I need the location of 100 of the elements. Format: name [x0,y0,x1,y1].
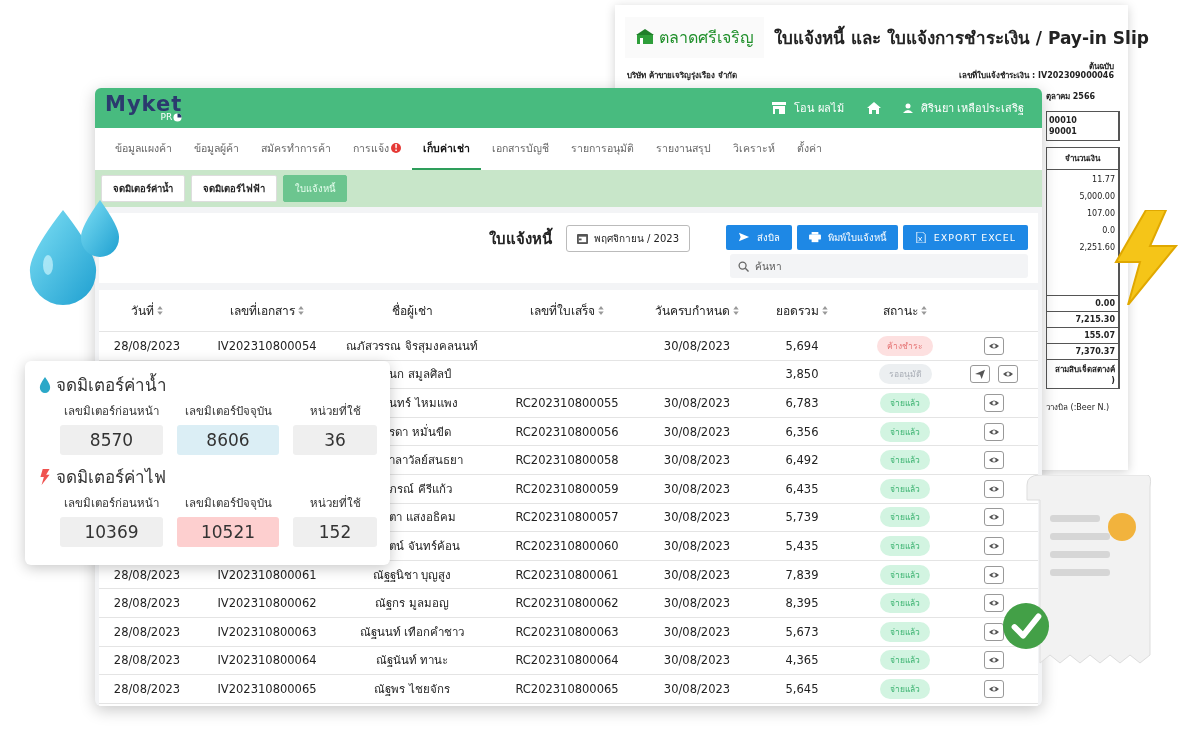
table-cell-text: RC202310800058 [514,453,620,468]
nav-tab[interactable]: สมัครทำการค้า [250,128,342,170]
field-label: เลขมิเตอร์ก่อนหน้า [63,403,160,420]
view-button[interactable] [984,594,1004,613]
view-button[interactable] [998,365,1018,384]
send-button[interactable] [970,365,990,384]
table-cell-text: 30/08/2023 [662,396,732,410]
column-header[interactable]: เลขที่เอกสาร [195,301,339,320]
nav-tab[interactable]: การแจ้ง ! [342,128,412,170]
signer-text: วางบิล (:Beer N.) [1046,402,1111,414]
column-header[interactable]: ยอดรวม [745,301,859,320]
logo-text: ตลาดศรีเจริญ [659,27,754,49]
excel-file-icon [914,232,927,243]
table-cell-text: 5,435 [784,538,820,553]
table-cell-text: IV202310800061 [216,567,318,582]
view-button[interactable] [984,422,1004,441]
home-icon [866,102,881,114]
table-cell-text: 3,850 [784,367,820,382]
eye-icon [988,398,1000,408]
table-cell-text: RC202310800064 [514,653,620,668]
table-cell-text: 28/08/2023 [112,596,182,611]
view-button[interactable] [984,565,1004,584]
user-icon [902,103,913,113]
sort-icon [157,306,163,315]
search-field[interactable]: ค้นหา [730,254,1028,278]
alert-badge: ! [391,143,401,153]
reading-field: 152 [293,517,377,547]
column-header[interactable]: ชื่อผู้เช่า [339,301,485,320]
table-cell-text: IV202310800062 [216,596,318,611]
view-button[interactable] [984,451,1004,470]
sort-icon [733,306,739,315]
table-cell-text: RC202310800062 [514,596,620,611]
amount-cell-text: 0.0 [1101,225,1116,237]
nav-tab[interactable]: ข้อมูลแผงค้า [104,128,183,170]
reading-field: 8570 [60,425,163,455]
action-button[interactable]: ส่งบิล [725,225,792,250]
action-button[interactable]: EXPORT EXCEL [902,225,1028,250]
column-header[interactable]: วันครบกำหนด [649,301,745,320]
table-cell-text: 30/08/2023 [662,596,732,611]
view-button[interactable] [984,679,1004,698]
printer-icon [808,232,821,243]
pie-icon [173,113,183,122]
company-name: บริษัท ค้าขายเจริญรุ่งเรือง จำกัด [627,70,737,82]
sub-tab[interactable]: จดมิเตอร์ค่าน้ำ [101,175,185,202]
send-icon [737,232,750,243]
column-header[interactable]: สถานะ [859,301,951,320]
status-tag: จ่ายแล้ว [880,593,930,614]
action-button[interactable]: พิมพ์ใบแจ้งหนี้ [796,225,898,250]
view-button[interactable] [984,536,1004,555]
reading-field: 8606 [177,425,279,455]
sort-icon [598,306,604,315]
table-cell-text: 6,435 [784,481,820,496]
view-button[interactable] [984,651,1004,670]
code-text: 90001 [1049,127,1078,136]
status-tag: จ่ายแล้ว [880,507,930,528]
table-cell-text: ภรณ์ คีรีแก้ว [388,480,453,498]
table-cell-text: RC202310800055 [514,396,620,410]
nav-tab[interactable]: รายการอนุมัติ [560,128,645,170]
column-header[interactable]: วันที่ [99,301,195,320]
table-cell-text: 30/08/2023 [662,481,732,496]
table-cell-text: IV202310800065 [216,681,318,696]
column-header[interactable]: เลขที่ใบเสร็จ [485,301,649,320]
amount-cell-text: 2,251.60 [1078,242,1116,254]
view-button[interactable] [984,336,1004,355]
month-picker[interactable]: พฤศจิกายน / 2023 [565,225,690,252]
view-button[interactable] [984,508,1004,527]
code-text: 00010 [1049,116,1078,125]
status-tag: จ่ายแล้ว [880,393,930,413]
table-cell-text: ณัฐนันท์ ทานะ [374,652,450,670]
invoice-number: เลขที่ใบแจ้งชำระเงิน : IV202309000046 [959,70,1114,82]
view-button[interactable] [984,479,1004,498]
amount-cell-text: 107.00 [1086,208,1116,220]
table-cell-text: RC202310800056 [514,424,620,439]
nav-tab[interactable]: รายงานสรุป [645,128,722,170]
sub-tab[interactable]: จดมิเตอร์ไฟฟ้า [191,175,277,202]
amount-cell-text: 11.77 [1091,174,1116,186]
status-tag: จ่ายแล้ว [880,678,930,699]
nav-tab[interactable]: วิเคราะห์ [722,128,786,170]
table-cell-text: 5,739 [784,510,820,525]
field-label: หน่วยที่ใช้ [308,402,362,420]
calendar-icon [576,233,588,244]
table-cell-text: รดา หมั่นขีด [388,423,452,441]
table-cell-text: 28/08/2023 [112,653,182,668]
nav-tab[interactable]: ข้อมูลผู้ค้า [183,128,250,170]
table-cell-text: 30/08/2023 [662,624,732,639]
nav-tab[interactable]: เอกสารบัญชี [481,128,560,170]
status-tag: จ่ายแล้ว [880,450,930,471]
status-tag: จ่ายแล้ว [880,564,930,585]
status-tag: รออนุมัติ [878,364,932,385]
field-label: เลขมิเตอร์ปัจจุบัน [183,495,273,512]
reading-field: 10369 [60,517,163,547]
table-cell-text: 6,492 [784,453,820,468]
table-cell-text: ณัฐนนท์ เทือกคำชาว [358,623,466,641]
table-cell-text: RC202310800065 [514,681,620,696]
brand-logo: Myket [105,94,183,115]
status-tag: ค้างชำระ [877,335,933,356]
view-button[interactable] [984,622,1004,641]
view-button[interactable] [984,394,1004,412]
sort-icon [298,306,304,315]
nav-tab[interactable]: ตั้งค่า [786,128,833,170]
